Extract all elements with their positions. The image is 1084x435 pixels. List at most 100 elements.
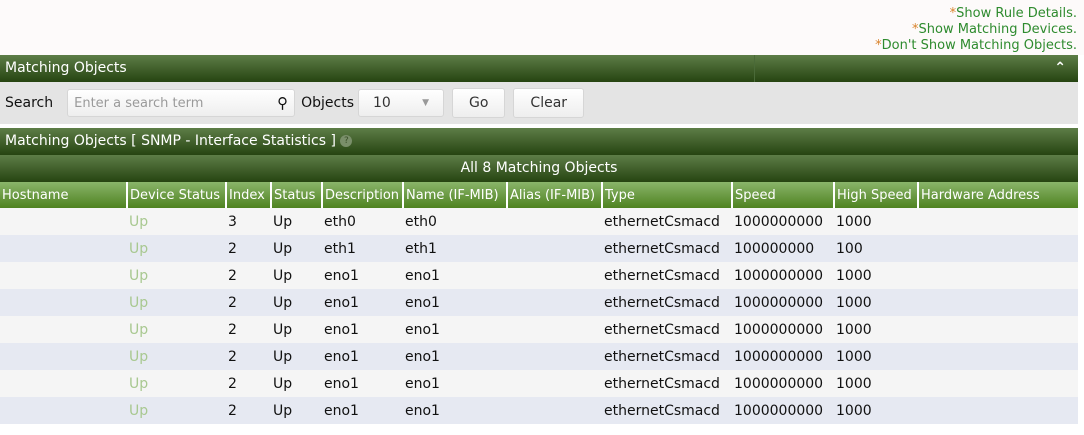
rule-links: *Show Rule Details. *Show Matching Devic… [0, 0, 1084, 55]
cell-type: ethernetCsmacd [602, 235, 732, 262]
cell-type: ethernetCsmacd [602, 262, 732, 289]
cell-description: eno1 [322, 370, 403, 397]
cell-status: Up [271, 316, 322, 343]
cell-device-status: Up [127, 289, 226, 316]
cell-speed: 1000000000 [732, 370, 834, 397]
cell-hostname [0, 262, 127, 289]
cell-type: ethernetCsmacd [602, 289, 732, 316]
cell-high-speed: 1000 [834, 370, 918, 397]
table-header-bar: Matching Objects [ SNMP - Interface Stat… [0, 128, 1078, 155]
clear-button[interactable]: Clear [513, 88, 585, 118]
cell-status: Up [271, 289, 322, 316]
go-button[interactable]: Go [452, 88, 506, 118]
cell-device-status: Up [127, 262, 226, 289]
summary-bar: All 8 Matching Objects [0, 155, 1078, 182]
cell-type: ethernetCsmacd [602, 370, 732, 397]
objects-select[interactable]: 10 ▼ [358, 89, 444, 117]
cell-alias [507, 289, 602, 316]
cell-speed: 1000000000 [732, 208, 834, 235]
cell-name: eno1 [403, 316, 507, 343]
cell-alias [507, 235, 602, 262]
cell-device-status: Up [127, 397, 226, 424]
cell-high-speed: 1000 [834, 316, 918, 343]
cell-index: 2 [226, 316, 271, 343]
search-icon[interactable]: ⚲ [277, 94, 288, 112]
cell-name: eno1 [403, 370, 507, 397]
collapse-icon[interactable]: ⌃ [1054, 55, 1066, 82]
cell-hardware-address [918, 262, 1078, 289]
objects-value: 10 [373, 95, 391, 111]
column-header-hardware-address[interactable]: Hardware Address [917, 182, 1078, 208]
dont-show-matching-objects-link[interactable]: *Don't Show Matching Objects. [0, 38, 1077, 54]
cell-hostname [0, 370, 127, 397]
cell-hardware-address [918, 289, 1078, 316]
table-row: Up 2 Up eth1 eth1 ethernetCsmacd 100000000 100 [0, 235, 1078, 262]
cell-type: ethernetCsmacd [602, 316, 732, 343]
show-matching-devices-link[interactable]: *Show Matching Devices. [0, 22, 1077, 38]
cell-name: eno1 [403, 262, 507, 289]
cell-speed: 1000000000 [732, 343, 834, 370]
cell-hardware-address [918, 397, 1078, 424]
column-header-name[interactable]: Name (IF-MIB) [402, 182, 507, 208]
cell-hostname [0, 208, 127, 235]
help-icon[interactable]: ? [340, 135, 353, 147]
cell-status: Up [271, 262, 322, 289]
column-header-type[interactable]: Type [601, 182, 732, 208]
cell-index: 2 [226, 235, 271, 262]
cell-high-speed: 1000 [834, 208, 918, 235]
cell-device-status: Up [127, 343, 226, 370]
cell-index: 2 [226, 289, 271, 316]
cell-hardware-address [918, 370, 1078, 397]
cell-type: ethernetCsmacd [602, 397, 732, 424]
column-header-high-speed[interactable]: High Speed [833, 182, 918, 208]
search-input[interactable]: Enter a search term ⚲ [67, 89, 296, 117]
table-row: Up 2 Up eno1 eno1 ethernetCsmacd 1000000000 100… [0, 316, 1078, 343]
cell-hardware-address [918, 235, 1078, 262]
cell-speed: 1000000000 [732, 289, 834, 316]
cell-device-status: Up [127, 235, 226, 262]
table-title: Matching Objects [ SNMP - Interface Stat… [5, 133, 336, 149]
cell-index: 2 [226, 370, 271, 397]
cell-name: eno1 [403, 289, 507, 316]
cell-name: eno1 [403, 397, 507, 424]
table-row: Up 2 Up eno1 eno1 ethernetCsmacd 1000000000 100… [0, 289, 1078, 316]
cell-name: eth0 [403, 208, 507, 235]
cell-status: Up [271, 343, 322, 370]
cell-alias [507, 316, 602, 343]
column-header-hostname[interactable]: Hostname [0, 182, 127, 208]
column-header-index[interactable]: Index [225, 182, 271, 208]
cell-description: eno1 [322, 397, 403, 424]
cell-hostname [0, 343, 127, 370]
cell-hostname [0, 289, 127, 316]
column-header-speed[interactable]: Speed [731, 182, 834, 208]
column-header-device-status[interactable]: Device Status [126, 182, 226, 208]
table-row: Up 2 Up eno1 eno1 ethernetCsmacd 1000000000 100… [0, 370, 1078, 397]
objects-label: Objects [301, 95, 354, 111]
panel-title: Matching Objects [5, 60, 127, 76]
cell-hardware-address [918, 343, 1078, 370]
cell-hostname [0, 397, 127, 424]
cell-speed: 1000000000 [732, 316, 834, 343]
cell-status: Up [271, 208, 322, 235]
column-header-status[interactable]: Status [270, 182, 322, 208]
cell-description: eno1 [322, 316, 403, 343]
cell-index: 2 [226, 397, 271, 424]
cell-index: 2 [226, 262, 271, 289]
cell-speed: 1000000000 [732, 397, 834, 424]
cell-index: 2 [226, 343, 271, 370]
search-bar: Search Enter a search term ⚲ Objects 10 ▼ … [0, 82, 1078, 124]
table-row: Up 2 Up eno1 eno1 ethernetCsmacd 1000000000 100… [0, 343, 1078, 370]
cell-hardware-address [918, 208, 1078, 235]
cell-high-speed: 1000 [834, 289, 918, 316]
column-header-description[interactable]: Description [321, 182, 403, 208]
cell-device-status: Up [127, 316, 226, 343]
column-header-alias[interactable]: Alias (IF-MIB) [506, 182, 602, 208]
table-row: Up 2 Up eno1 eno1 ethernetCsmacd 1000000000 100… [0, 262, 1078, 289]
search-placeholder: Enter a search term [74, 95, 204, 111]
cell-description: eth0 [322, 208, 403, 235]
cell-status: Up [271, 370, 322, 397]
cell-alias [507, 262, 602, 289]
panel-header: Matching Objects ⌃ [0, 55, 1078, 82]
show-rule-details-link[interactable]: *Show Rule Details. [0, 6, 1077, 22]
search-label: Search [5, 95, 54, 111]
